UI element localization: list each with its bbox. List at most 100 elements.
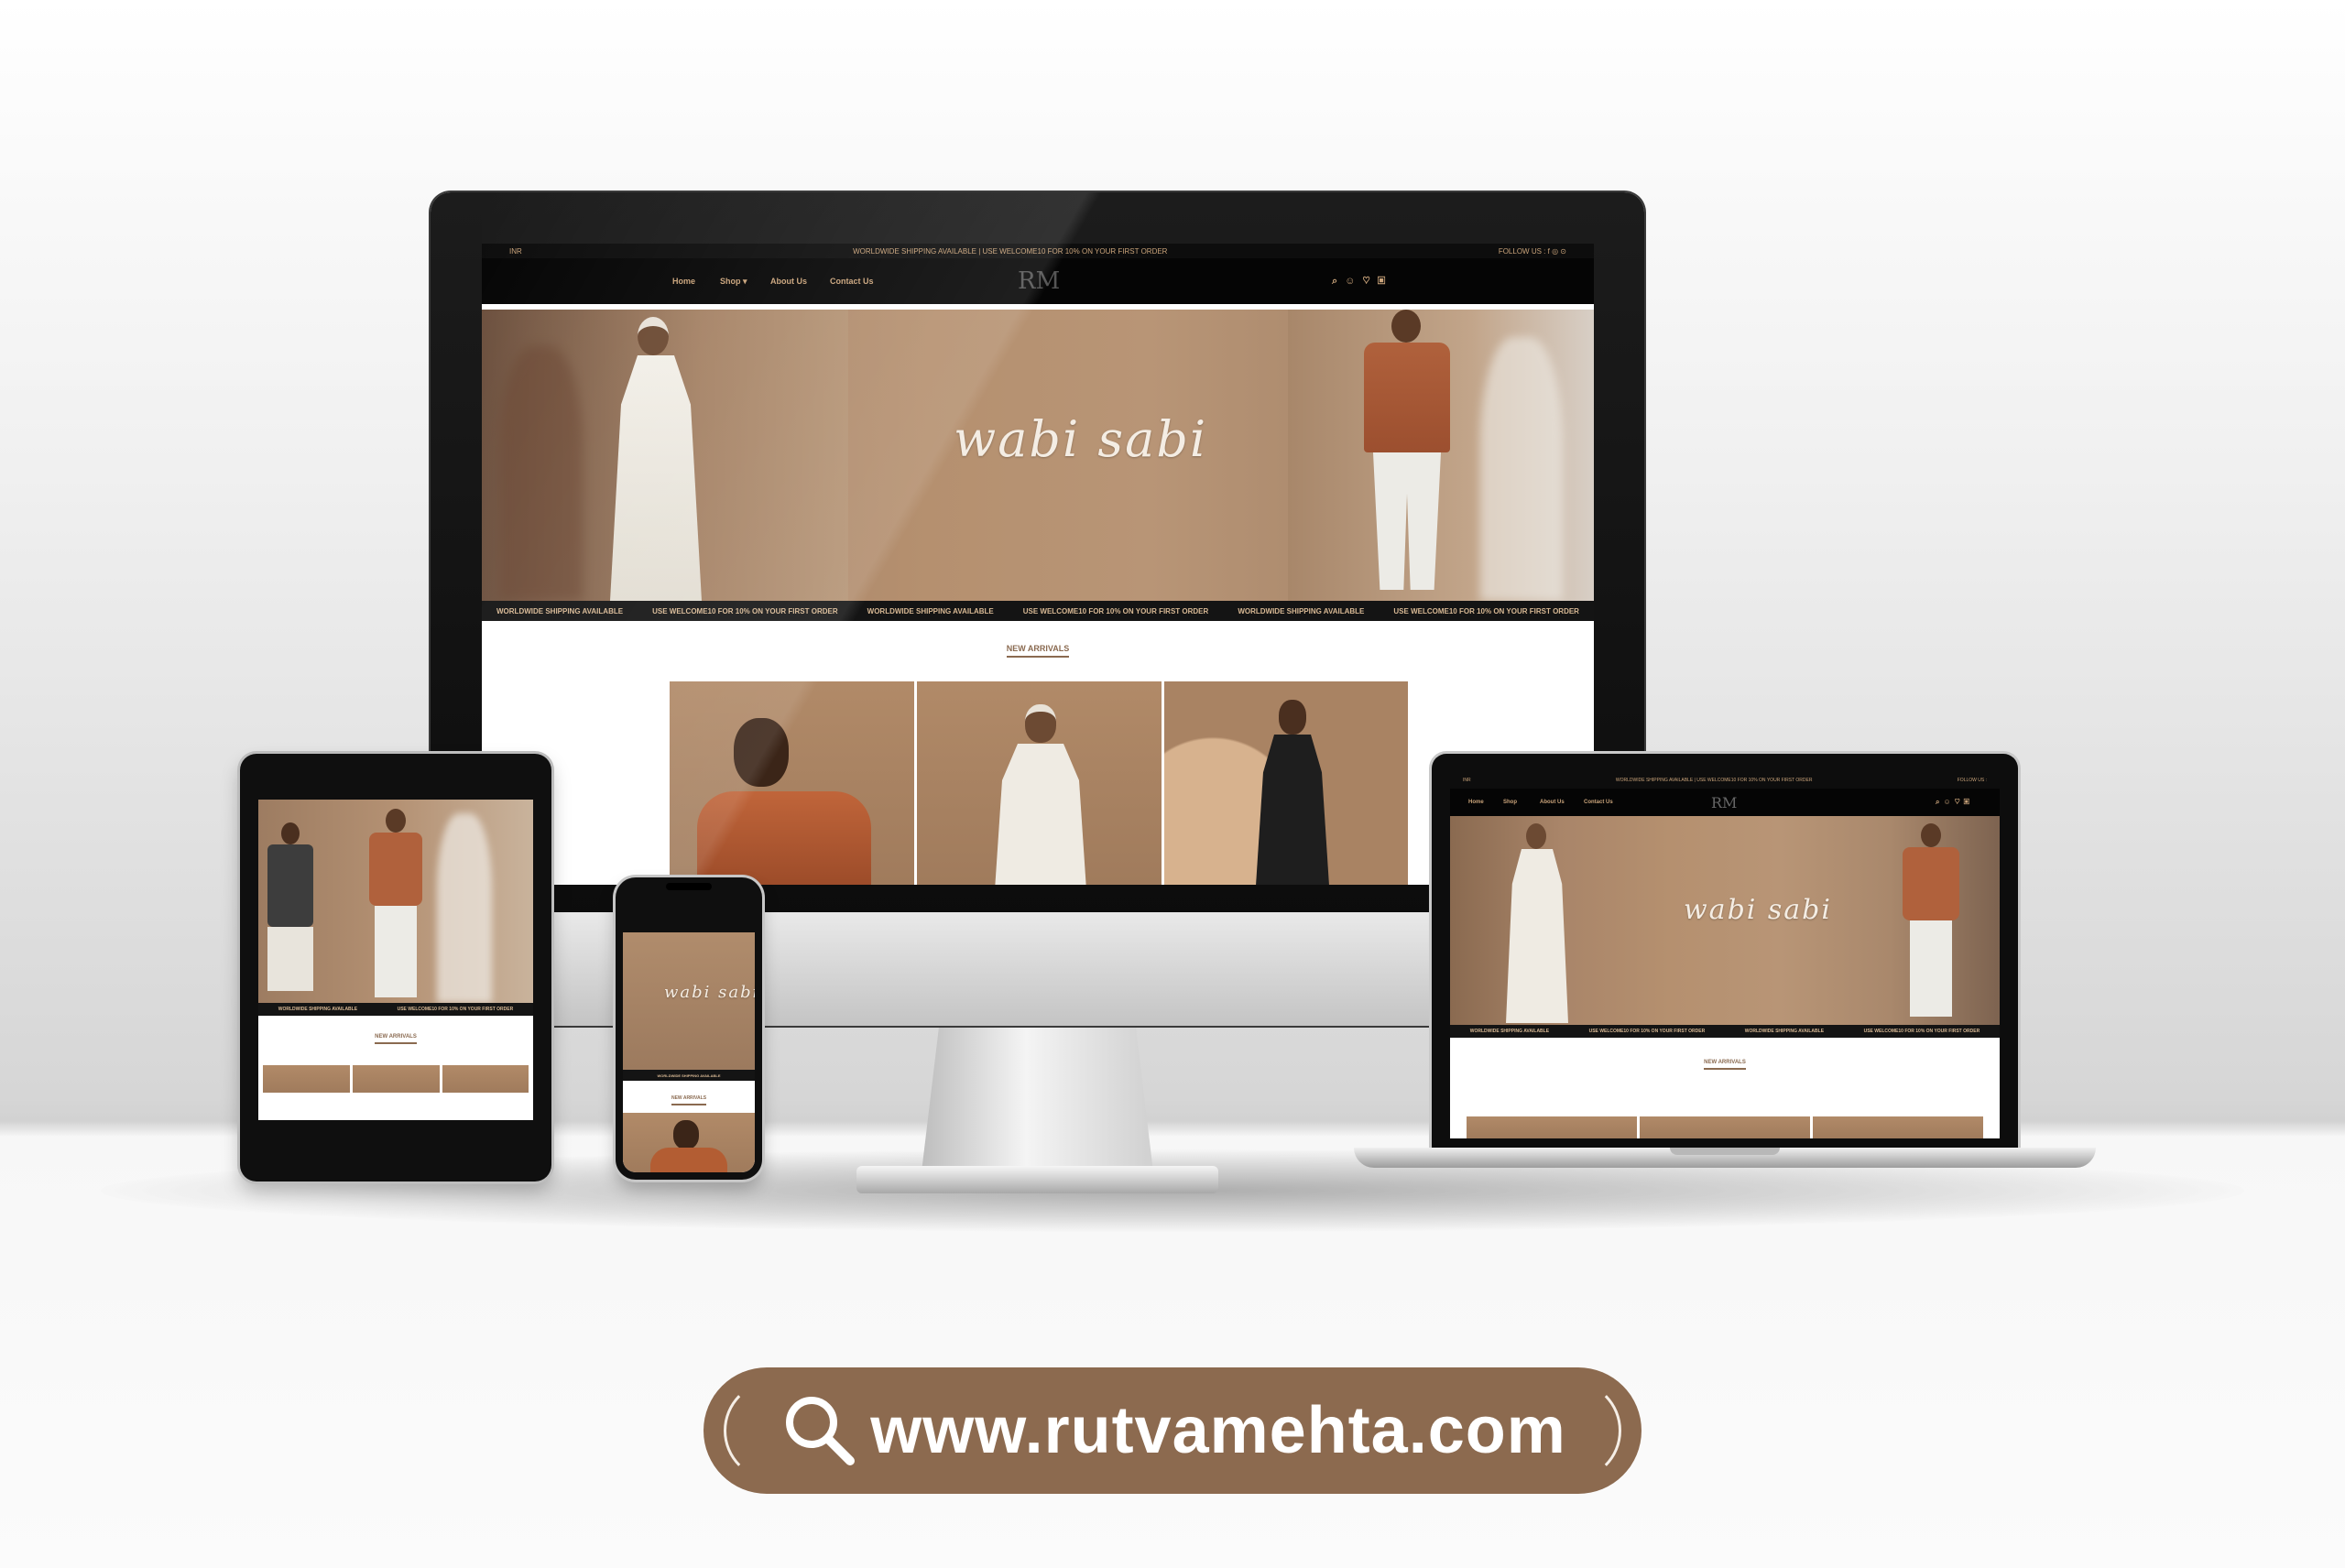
product-card[interactable] [1813,1116,1983,1138]
url-badge[interactable]: www.rutvamehta.com [704,1367,1642,1494]
hero-title: wabi sabi [954,410,1208,468]
laptop-notch [1670,1148,1780,1155]
phone-hero-title: wabi sabi [664,983,755,1002]
product-card[interactable] [670,681,914,885]
ticker-item: USE WELCOME10 FOR 10% ON YOUR FIRST ORDE… [397,1007,514,1012]
ticker-item: WORLDWIDE SHIPPING AVAILABLE [1238,606,1365,615]
ticker-item: WORLDWIDE SHIPPING AVAILABLE [1744,1029,1825,1034]
laptop-section-label: NEW ARRIVALS [1704,1060,1746,1070]
laptop-device: INR WORLDWIDE SHIPPING AVAILABLE | USE W… [1354,754,2096,1175]
laptop-currency[interactable]: INR [1463,778,1471,783]
phone-notch [666,883,712,890]
ticker-item: WORLDWIDE SHIPPING AVAILABLE [496,606,624,615]
laptop-model-man [1899,823,1963,1025]
product-card[interactable] [917,681,1162,885]
phone-screen: RM wabi sabi WORLDWIDE SHIPPING AVAILABL… [623,932,755,1172]
hero-banner: wabi sabi [482,310,1594,601]
phone-device: RM wabi sabi WORLDWIDE SHIPPING AVAILABL… [616,877,762,1180]
ticker-item: WORLDWIDE SHIPPING AVAILABLE [657,1073,721,1078]
heart-icon[interactable]: ♡ [1362,276,1377,287]
laptop-ticker: WORLDWIDE SHIPPING AVAILABLE USE WELCOME… [1450,1025,2000,1038]
product-garment [650,1148,727,1172]
product-grid [670,681,1408,885]
product-garment [1256,735,1329,885]
product-card[interactable] [623,1113,755,1172]
laptop-announcement: INR WORLDWIDE SHIPPING AVAILABLE | USE W… [1450,772,2000,789]
laptop-follow: FOLLOW US : [1957,778,1987,783]
product-garment [697,791,871,885]
monitor-stand [921,1024,1154,1180]
product-garment [995,744,1086,885]
ticker-item: WORLDWIDE SHIPPING AVAILABLE [278,1007,358,1012]
tablet-hero [258,800,533,1003]
phone-hero: wabi sabi [623,932,755,1070]
announcement-text: WORLDWIDE SHIPPING AVAILABLE | USE WELCO… [853,246,1168,256]
new-arrivals-label: NEW ARRIVALS [1006,644,1070,658]
laptop-announcement-text: WORLDWIDE SHIPPING AVAILABLE | USE WELCO… [1615,778,1813,783]
product-card[interactable] [442,1065,529,1093]
cart-icon[interactable]: ▣ [1378,276,1392,287]
phone-section-heading: NEW ARRIVALS [623,1095,755,1105]
main-nav: Home Shop ▾ About Us Contact Us RM ⌕☺♡▣ [482,258,1594,304]
tablet-product-grid [263,1065,529,1093]
model-blurred-right [1480,337,1563,601]
product-image [1025,704,1056,743]
currency-selector[interactable]: INR [509,247,522,256]
product-image [1279,700,1306,735]
nav-contact[interactable]: Contact Us [830,277,874,286]
laptop-screen: INR WORLDWIDE SHIPPING AVAILABLE | USE W… [1450,772,2000,1138]
tablet-device: WORLDWIDE SHIPPING AVAILABLE | USE WELCO… [240,754,551,1181]
tablet-section-heading: NEW ARRIVALS [258,1034,533,1044]
laptop-nav: Home Shop About Us Contact Us RM ⌕☺♡▣ [1450,789,2000,816]
model-blurred-left [500,346,583,601]
laptop-header-icons[interactable]: ⌕☺♡▣ [1936,798,1973,807]
laptop-hero: wabi sabi [1450,816,2000,1025]
phone-section-label: NEW ARRIVALS [671,1095,707,1105]
nav-about[interactable]: About Us [770,277,807,286]
product-card[interactable] [263,1065,350,1093]
laptop-logo[interactable]: RM [1711,794,1737,811]
nav-home[interactable]: Home [672,277,695,286]
product-card[interactable] [1467,1116,1637,1138]
ticker-item: USE WELCOME10 FOR 10% ON YOUR FIRST ORDE… [1863,1029,1980,1034]
product-image [673,1120,699,1149]
promo-ticker: WORLDWIDE SHIPPING AVAILABLE USE WELCOME… [482,601,1594,621]
tablet-ticker: WORLDWIDE SHIPPING AVAILABLE USE WELCOME… [258,1003,533,1016]
user-icon[interactable]: ☺ [1345,276,1362,287]
tablet-section-label: NEW ARRIVALS [375,1034,417,1044]
tablet-model-man [364,809,428,1003]
ticker-item: USE WELCOME10 FOR 10% ON YOUR FIRST ORDE… [1588,1029,1706,1034]
site-logo[interactable]: RM [1018,267,1060,295]
product-image [734,718,789,787]
tablet-model-seated [263,822,318,996]
url-badge-inner-outline [724,1380,1621,1481]
model-man-rust [1357,310,1457,601]
product-card[interactable] [1640,1116,1810,1138]
product-card[interactable] [353,1065,440,1093]
follow-label: FOLLOW US : [1498,246,1546,256]
new-arrivals-heading: NEW ARRIVALS [482,644,1594,658]
ticker-item: WORLDWIDE SHIPPING AVAILABLE [1469,1029,1550,1034]
ticker-item: USE WELCOME10 FOR 10% ON YOUR FIRST ORDE… [652,606,838,615]
header-icons: ⌕☺♡▣ [1332,276,1392,288]
model-woman-white [601,310,711,601]
facebook-icon[interactable]: f [1548,247,1550,256]
announcement-bar: INR WORLDWIDE SHIPPING AVAILABLE | USE W… [482,244,1594,258]
tablet-blurred [437,813,492,1003]
ticker-item: WORLDWIDE SHIPPING AVAILABLE [867,606,994,615]
ticker-item: USE WELCOME10 FOR 10% ON YOUR FIRST ORDE… [1022,606,1209,615]
laptop-model-woman [1500,823,1574,1025]
laptop-product-grid [1467,1116,1983,1138]
tablet-screen: WORLDWIDE SHIPPING AVAILABLE | USE WELCO… [258,800,533,1120]
phone-ticker: WORLDWIDE SHIPPING AVAILABLE [623,1070,755,1081]
nav-contact[interactable]: Contact Us [1584,800,1613,805]
nav-home[interactable]: Home [1468,800,1484,805]
nav-shop[interactable]: Shop ▾ [720,277,747,287]
ticker-item: USE WELCOME10 FOR 10% ON YOUR FIRST ORDE… [1393,606,1579,615]
laptop-hero-title: wabi sabi [1684,894,1832,926]
follow-us: FOLLOW US : f ◎ ⊙ [1498,246,1566,256]
nav-about[interactable]: About Us [1540,800,1565,805]
search-icon[interactable]: ⌕ [1332,276,1345,287]
laptop-section-heading: NEW ARRIVALS [1450,1060,2000,1070]
nav-shop[interactable]: Shop [1503,800,1517,805]
